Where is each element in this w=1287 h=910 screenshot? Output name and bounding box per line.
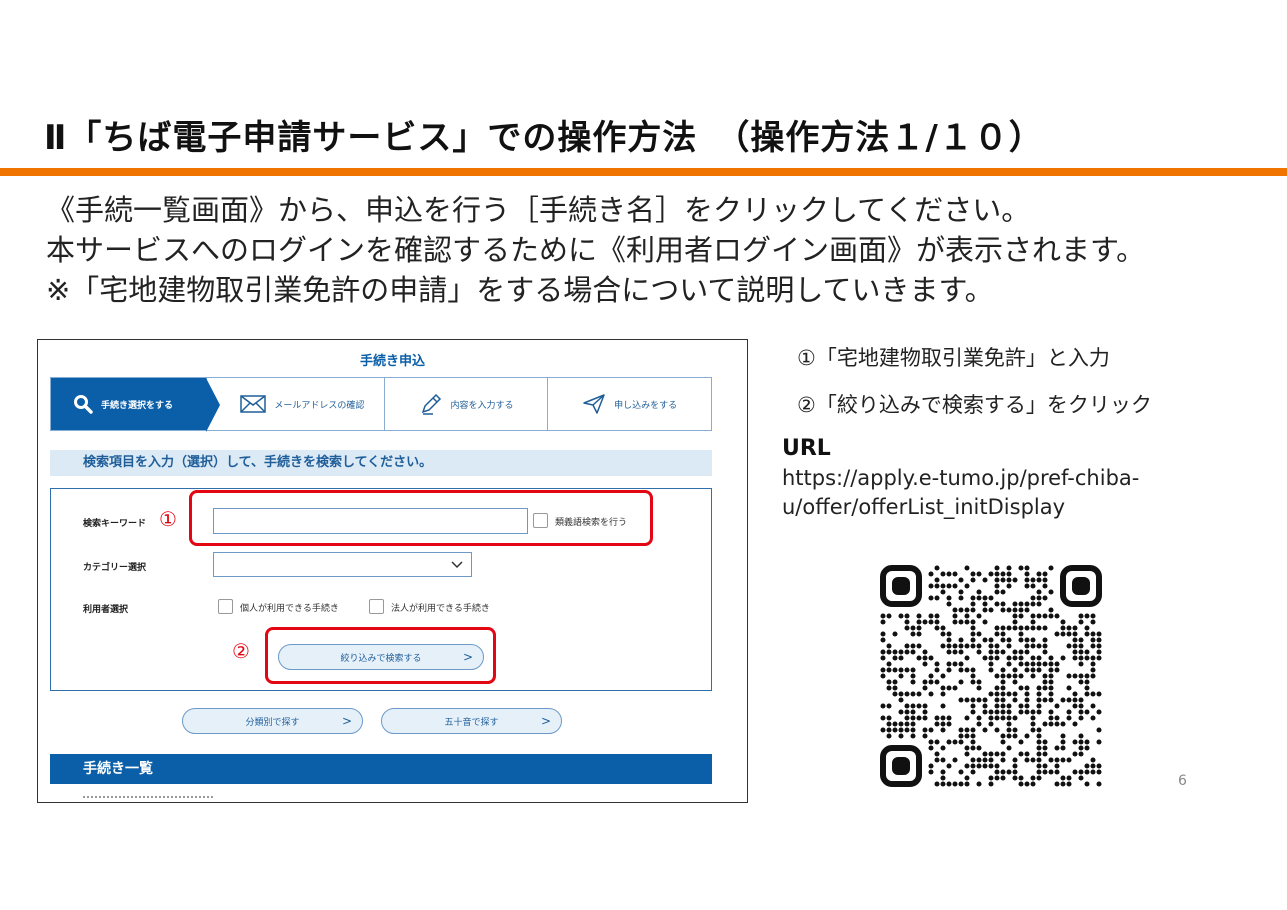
marker-1: ① bbox=[159, 507, 177, 531]
step-email-label: メールアドレスの確認 bbox=[274, 400, 365, 411]
form-screenshot: 手続き申込 手続き選択をする メールアドレスの確認 内容を入力する 申し込みをす… bbox=[37, 339, 748, 803]
note-1: ①「宅地建物取引業免許」と入力 bbox=[797, 346, 1110, 370]
chevron-right-icon: > bbox=[341, 714, 352, 728]
envelope-icon bbox=[240, 395, 267, 413]
step-input-label: 内容を入力する bbox=[450, 400, 514, 411]
step-select-label: 手続き選択をする bbox=[101, 400, 174, 411]
url-line-2: u/offer/offerList_initDisplay bbox=[782, 495, 1066, 519]
step-select: 手続き選択をする bbox=[51, 378, 220, 432]
corporate-label: 法人が利用できる手続き bbox=[391, 604, 490, 614]
list-cutoff bbox=[83, 796, 213, 801]
step-input: 内容を入力する bbox=[383, 378, 548, 430]
form-title: 手続き申込 bbox=[359, 354, 425, 369]
url-line-1: https://apply.e-tumo.jp/pref-chiba- bbox=[782, 466, 1140, 490]
category-label: カテゴリー選択 bbox=[83, 563, 147, 573]
page-number: 6 bbox=[1178, 773, 1187, 789]
title-underline bbox=[0, 168, 1287, 176]
user-type-label: 利用者選択 bbox=[83, 605, 129, 615]
step-email: メールアドレスの確認 bbox=[206, 378, 384, 430]
browse-by-kana-button[interactable]: 五十音で探す > bbox=[381, 708, 562, 734]
intro-line-2: 本サービスへのログインを確認するために《利用者ログイン画面》が表示されます。 bbox=[46, 233, 1146, 267]
personal-checkbox[interactable] bbox=[218, 599, 233, 614]
url-label: URL bbox=[782, 436, 831, 461]
procedure-list-heading: 手続き一覧 bbox=[50, 754, 712, 784]
highlight-search-button bbox=[265, 627, 496, 684]
browse-by-category-button[interactable]: 分類別で探す > bbox=[182, 708, 363, 734]
pencil-icon bbox=[421, 393, 441, 415]
intro-text: 《手続一覧画面》から、申込を行う［手続き名］をクリックしてください。 本サービス… bbox=[46, 190, 1145, 310]
browse-by-kana-label: 五十音で探す bbox=[444, 717, 499, 728]
search-heading: 検索項目を入力（選択）して、手続きを検索してください。 bbox=[50, 450, 712, 476]
chevron-right-icon: > bbox=[540, 714, 551, 728]
step-submit-label: 申し込みをする bbox=[614, 400, 678, 411]
paper-plane-icon bbox=[583, 394, 605, 414]
chevron-down-icon bbox=[451, 561, 463, 569]
url-text[interactable]: https://apply.e-tumo.jp/pref-chiba- u/of… bbox=[782, 464, 1202, 522]
step-indicator: 手続き選択をする メールアドレスの確認 内容を入力する 申し込みをする bbox=[50, 377, 712, 432]
category-select[interactable] bbox=[213, 552, 472, 577]
qr-code-icon bbox=[880, 565, 1102, 787]
intro-line-1: 《手続一覧画面》から、申込を行う［手続き名］をクリックしてください。 bbox=[46, 193, 1031, 227]
keyword-label: 検索キーワード bbox=[83, 519, 147, 529]
marker-2: ② bbox=[232, 639, 250, 663]
personal-label: 個人が利用できる手続き bbox=[240, 604, 339, 614]
intro-line-3: ※「宅地建物取引業免許の申請」をする場合について説明していきます。 bbox=[46, 273, 994, 307]
note-2: ②「絞り込みで検索する」をクリック bbox=[797, 393, 1152, 417]
step-submit: 申し込みをする bbox=[547, 378, 711, 430]
highlight-keyword bbox=[189, 490, 653, 546]
browse-by-category-label: 分類別で探す bbox=[245, 717, 300, 728]
slide-title: Ⅱ「ちば電子申請サービス」での操作方法 （操作方法１/１０） bbox=[44, 118, 1044, 158]
search-icon bbox=[74, 395, 93, 414]
corporate-checkbox[interactable] bbox=[369, 599, 384, 614]
